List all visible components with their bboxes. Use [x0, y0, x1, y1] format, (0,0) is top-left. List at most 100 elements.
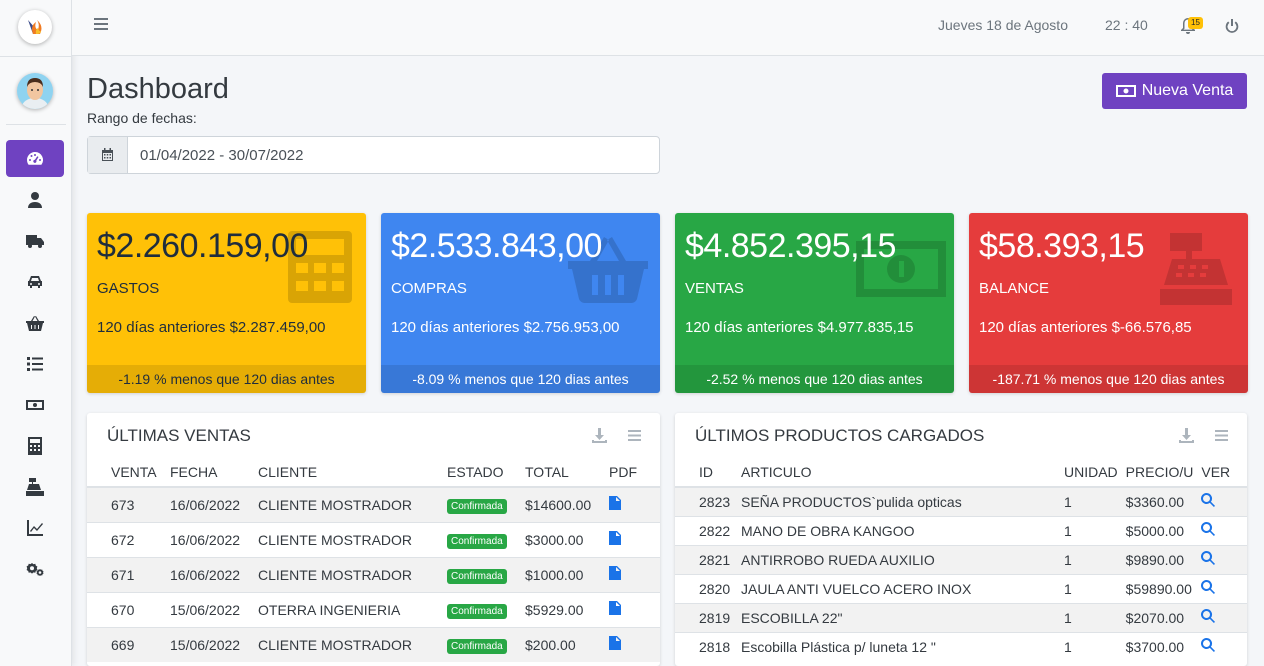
power-icon[interactable] [1224, 18, 1240, 34]
menu-toggle-icon[interactable] [94, 18, 108, 32]
sale-date: 16/06/2022 [166, 556, 254, 592]
column-header: ESTADO [443, 458, 521, 488]
menu-icon[interactable] [627, 428, 642, 443]
sidebar-nav [6, 140, 64, 591]
view-cell [1197, 544, 1247, 574]
sale-total: $5929.00 [521, 591, 605, 627]
user-avatar-icon [17, 73, 53, 109]
pdf-icon[interactable] [609, 566, 621, 580]
product-price: $5000.00 [1121, 515, 1198, 545]
sidebar-item-users[interactable] [6, 181, 64, 218]
avatar[interactable] [17, 73, 53, 109]
sale-id: 670 [87, 591, 166, 627]
truck-icon [26, 234, 44, 248]
sidebar-item-dashboard[interactable] [6, 140, 64, 177]
table-row[interactable]: 2820 JAULA ANTI VUELCO ACERO INOX 1 $598… [675, 573, 1247, 603]
calendar-icon-addon[interactable] [88, 137, 128, 173]
status-badge: Confirmada [447, 638, 507, 654]
sale-status: Confirmada [443, 486, 521, 522]
pdf-icon[interactable] [609, 601, 621, 615]
table-row[interactable]: 671 16/06/2022 CLIENTE MOSTRADOR Confirm… [87, 556, 660, 592]
download-icon[interactable] [1179, 428, 1194, 443]
date-range-input[interactable] [128, 137, 659, 173]
view-cell [1197, 631, 1247, 661]
product-id: 2819 [675, 602, 737, 632]
table-row[interactable]: 2821 ANTIRROBO RUEDA AUXILIO 1 $9890.00 [675, 544, 1247, 574]
sidebar-item-list[interactable] [6, 345, 64, 382]
sidebar-item-suppliers[interactable] [6, 222, 64, 259]
sidebar-item-reports[interactable] [6, 509, 64, 546]
pdf-cell [605, 486, 660, 522]
search-icon[interactable] [1201, 493, 1216, 508]
sale-id: 669 [87, 626, 166, 662]
view-cell [1197, 573, 1247, 603]
stat-footer[interactable]: -2.52 % menos que 120 dias antes [675, 365, 954, 393]
search-icon[interactable] [1201, 551, 1216, 565]
product-id: 2823 [675, 486, 737, 516]
calculator-icon [28, 436, 42, 455]
sidebar-item-vehicles[interactable] [6, 263, 64, 300]
download-icon[interactable] [592, 428, 607, 443]
pdf-cell [605, 556, 660, 592]
chart-line-icon [27, 519, 43, 536]
search-icon[interactable] [1201, 609, 1216, 623]
product-unit: 1 [1060, 573, 1122, 603]
sidebar-item-sales[interactable] [6, 386, 64, 423]
stat-box-compras: $2.533.843,00 COMPRAS 120 días anteriore… [381, 213, 660, 393]
card-tools [592, 428, 642, 443]
product-name: JAULA ANTI VUELCO ACERO INOX [737, 573, 1060, 603]
sidebar-item-purchases[interactable] [6, 304, 64, 341]
product-price: $3360.00 [1121, 486, 1198, 516]
flame-logo-icon [28, 20, 42, 34]
table-row[interactable]: 673 16/06/2022 CLIENTE MOSTRADOR Confirm… [87, 486, 660, 522]
app-logo[interactable] [18, 10, 52, 44]
status-badge: Confirmada [447, 603, 507, 619]
table-row[interactable]: 672 16/06/2022 CLIENTE MOSTRADOR Confirm… [87, 521, 660, 557]
latest-products-card: ÚLTIMOS PRODUCTOS CARGADOS ID ARTICULO U… [675, 413, 1247, 666]
product-name: ANTIRROBO RUEDA AUXILIO [737, 544, 1060, 574]
sidebar-item-calculator[interactable] [6, 427, 64, 464]
stat-name: COMPRAS [391, 280, 467, 297]
stat-footer[interactable]: -1.19 % menos que 120 dias antes [87, 365, 366, 393]
latest-products-table: ID ARTICULO UNIDAD PRECIO/U VER 2823 SEÑ… [675, 458, 1247, 661]
product-price: $9890.00 [1121, 544, 1198, 574]
pdf-icon[interactable] [609, 496, 621, 511]
menu-icon[interactable] [1214, 428, 1229, 443]
sale-id: 671 [87, 556, 166, 592]
date-range-picker[interactable] [87, 136, 660, 174]
table-row[interactable]: 2818 Escobilla Plástica p/ luneta 12 " 1… [675, 631, 1247, 661]
card-title: ÚLTIMAS VENTAS [107, 426, 251, 445]
stat-name: VENTAS [685, 280, 744, 297]
sale-id: 673 [87, 486, 166, 522]
product-unit: 1 [1060, 602, 1122, 632]
search-icon[interactable] [1201, 638, 1216, 653]
latest-sales-card: ÚLTIMAS VENTAS VENTA FECHA CLIENTE ESTAD… [87, 413, 660, 666]
sidebar-item-cash-register[interactable] [6, 468, 64, 505]
stat-footer[interactable]: -8.09 % menos que 120 dias antes [381, 365, 660, 393]
gauge-icon [27, 151, 43, 165]
table-row[interactable]: 2819 ESCOBILLA 22" 1 $2070.00 [675, 602, 1247, 632]
table-row[interactable]: 2822 MANO DE OBRA KANGOO 1 $5000.00 [675, 515, 1247, 545]
column-header: ARTICULO [737, 458, 1060, 488]
page-title: Dashboard [87, 73, 229, 105]
new-sale-button[interactable]: Nueva Venta [1102, 73, 1247, 109]
sale-status: Confirmada [443, 591, 521, 627]
sidebar-item-settings[interactable] [6, 550, 64, 587]
pdf-icon[interactable] [609, 636, 621, 651]
stat-footer[interactable]: -187.71 % menos que 120 dias antes [969, 365, 1248, 393]
product-name: Escobilla Plástica p/ luneta 12 " [737, 631, 1060, 661]
calendar-icon [102, 148, 113, 161]
status-badge: Confirmada [447, 568, 507, 584]
table-row[interactable]: 669 15/06/2022 CLIENTE MOSTRADOR Confirm… [87, 626, 660, 662]
pdf-icon[interactable] [609, 531, 621, 545]
current-time: 22 : 40 [1105, 17, 1148, 33]
view-cell [1197, 486, 1247, 516]
cash-register-icon [26, 477, 44, 496]
status-badge: Confirmada [447, 533, 507, 549]
table-row[interactable]: 2823 SEÑA PRODUCTOS`pulida opticas 1 $33… [675, 486, 1247, 516]
search-icon[interactable] [1201, 580, 1216, 594]
search-icon[interactable] [1201, 522, 1216, 536]
column-header: VER [1197, 458, 1247, 488]
stat-amount: $2.533.843,00 [391, 227, 602, 265]
table-row[interactable]: 670 15/06/2022 OTERRA INGENIERIA Confirm… [87, 591, 660, 627]
